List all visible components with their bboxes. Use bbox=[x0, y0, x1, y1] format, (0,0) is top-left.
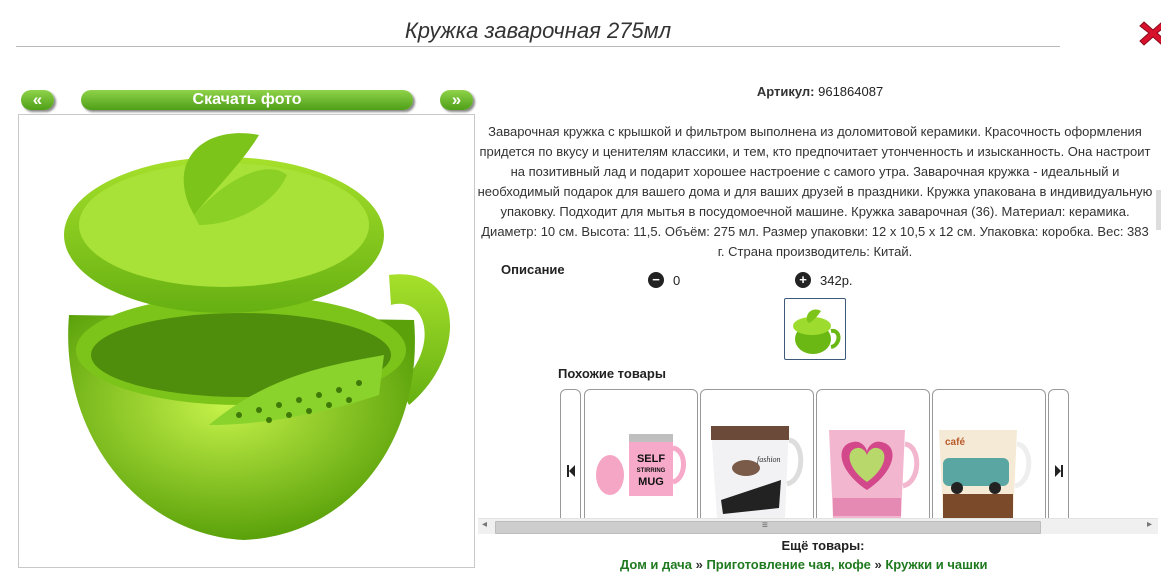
breadcrumb-mugs-cups[interactable]: Кружки и чашки bbox=[885, 557, 987, 572]
scrollbar-grip-icon: ≡ bbox=[762, 520, 768, 531]
svg-text:STIRRING: STIRRING bbox=[637, 468, 666, 474]
article-value: 961864087 bbox=[818, 84, 884, 99]
scrollbar-thumb[interactable]: ≡ bbox=[495, 520, 1041, 534]
description-label: Описание bbox=[501, 262, 565, 277]
plus-icon[interactable]: + bbox=[795, 272, 811, 288]
close-icon[interactable] bbox=[1138, 18, 1161, 48]
minus-icon[interactable]: − bbox=[648, 272, 664, 288]
svg-text:fashion: fashion bbox=[757, 455, 781, 464]
article-line: Артикул: 961864087 bbox=[630, 84, 1010, 99]
breadcrumb-separator: » bbox=[695, 557, 703, 572]
breadcrumb-separator: » bbox=[874, 557, 882, 572]
carousel-prev-button[interactable] bbox=[560, 389, 581, 526]
next-photo-button[interactable]: » bbox=[440, 90, 473, 110]
product-photo bbox=[18, 114, 475, 568]
carousel-prev-icon bbox=[567, 465, 575, 477]
scroll-left-icon[interactable]: ◂ bbox=[482, 519, 487, 530]
svg-text:café: café bbox=[945, 437, 965, 448]
product-title: Кружка заварочная 275мл bbox=[16, 14, 1060, 47]
similar-item-self-stirring-mug[interactable]: SELF STIRRING MUG bbox=[584, 389, 698, 531]
similar-item-cafe-car-mug[interactable]: café bbox=[932, 389, 1046, 531]
similar-item-fashion-mug[interactable]: fashion bbox=[700, 389, 814, 531]
article-label: Артикул: bbox=[756, 84, 815, 99]
product-description: Заварочная кружка с крышкой и фильтром в… bbox=[477, 124, 1153, 259]
quantity-value: 0 bbox=[673, 272, 681, 288]
prev-photo-button[interactable]: « bbox=[21, 90, 54, 110]
quantity-control: − 0 bbox=[648, 272, 680, 288]
svg-text:SELF: SELF bbox=[637, 453, 665, 465]
vertical-scrollbar[interactable] bbox=[1156, 190, 1161, 230]
more-products-title: Ещё товары: bbox=[781, 538, 865, 553]
breadcrumb-tea-coffee[interactable]: Приготовление чая, кофе bbox=[706, 557, 870, 572]
scroll-right-icon[interactable]: ▸ bbox=[1147, 519, 1152, 530]
breadcrumb: Дом и дача » Приготовление чая, кофе » К… bbox=[620, 557, 987, 572]
price-value: 342р. bbox=[820, 272, 853, 288]
breadcrumb-home-garden[interactable]: Дом и дача bbox=[620, 557, 692, 572]
horizontal-scrollbar[interactable]: ◂ ≡ ▸ bbox=[478, 518, 1158, 534]
carousel-next-button[interactable] bbox=[1048, 389, 1069, 526]
photo-thumbnail[interactable] bbox=[784, 298, 846, 360]
price-control: + 342р. bbox=[795, 272, 853, 288]
carousel-next-icon bbox=[1055, 465, 1063, 477]
similar-products-title: Похожие товары bbox=[558, 366, 666, 381]
svg-text:MUG: MUG bbox=[638, 476, 664, 488]
download-photo-button[interactable]: Скачать фото bbox=[81, 90, 413, 110]
similar-item-heart-mug[interactable] bbox=[816, 389, 930, 531]
